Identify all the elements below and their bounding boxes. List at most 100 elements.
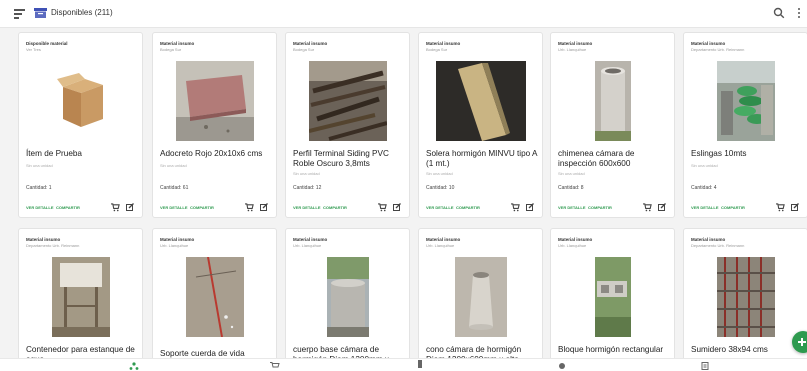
product-card[interactable]: Material insumo Urb. Llanquihue Bloque h…: [550, 228, 675, 358]
card-kind: Material insumo: [160, 237, 195, 242]
card-location: Urb. Llanquihue: [558, 243, 587, 248]
product-card[interactable]: Material insumo Urb. Llanquihue cuerpo b…: [285, 228, 410, 358]
product-name: chimenea cámara de inspección 600x600: [558, 149, 635, 168]
cart-icon[interactable]: [511, 203, 520, 212]
view-detail-link[interactable]: VER DETALLE: [26, 205, 53, 210]
share-link[interactable]: COMPARTIR: [190, 205, 214, 210]
product-name: cono cámara de hormigón Diam 1200x600mm …: [426, 345, 522, 358]
menu-icon[interactable]: [14, 9, 25, 19]
product-name: Bloque hormigón rectangular: [558, 345, 664, 354]
card-kind: Material insumo: [26, 237, 61, 242]
product-photo: [286, 61, 409, 141]
product-photo: [19, 61, 142, 141]
edit-icon[interactable]: [393, 203, 401, 211]
share-link[interactable]: COMPARTIR: [588, 205, 612, 210]
nav-network-icon[interactable]: [129, 362, 139, 370]
view-detail-link[interactable]: VER DETALLE: [426, 205, 453, 210]
card-kind: Material insumo: [426, 41, 461, 46]
card-location: Urb. Llanquihue: [160, 243, 189, 248]
share-link[interactable]: COMPARTIR: [721, 205, 745, 210]
top-app-bar: Disponibles (211): [0, 0, 807, 28]
card-kind: Material insumo: [160, 41, 195, 46]
card-location: Ver Tres: [26, 47, 41, 52]
edit-icon[interactable]: [126, 203, 134, 211]
card-actions: VER DETALLE COMPARTIR: [293, 203, 401, 213]
product-card[interactable]: Material insumo Departamento Urb. Reinma…: [683, 228, 807, 358]
product-photo: [551, 257, 674, 337]
product-card[interactable]: Material insumo Bodega Sur Adocreto Rojo…: [152, 32, 277, 218]
product-name: Sumidero 38x94 cms: [691, 345, 768, 354]
quantity-text: Cantidad: 4: [691, 185, 717, 191]
product-card[interactable]: Material insumo Urb. Llanquihue cono cám…: [418, 228, 543, 358]
product-name: Ítem de Prueba: [26, 149, 82, 158]
card-location: Urb. Llanquihue: [426, 243, 455, 248]
share-link[interactable]: COMPARTIR: [323, 205, 347, 210]
card-location: Bodega Sur: [160, 47, 182, 52]
nav-document-icon[interactable]: [700, 362, 710, 370]
card-actions: VER DETALLE COMPARTIR: [426, 203, 534, 213]
view-detail-link[interactable]: VER DETALLE: [558, 205, 585, 210]
share-link[interactable]: COMPARTIR: [56, 205, 80, 210]
card-kind: Material insumo: [426, 237, 461, 242]
unit-text: Sin una unidad: [293, 171, 320, 176]
card-kind: Material insumo: [691, 41, 726, 46]
product-photo: [551, 61, 674, 141]
cart-icon[interactable]: [776, 203, 785, 212]
cart-icon[interactable]: [643, 203, 652, 212]
card-location: Urb. Llanquihue: [558, 47, 587, 52]
product-photo: [419, 61, 542, 141]
share-link[interactable]: COMPARTIR: [456, 205, 480, 210]
edit-icon[interactable]: [260, 203, 268, 211]
product-card[interactable]: Material insumo Departamento Urb. Reinma…: [683, 32, 807, 218]
add-button[interactable]: [792, 331, 807, 353]
card-kind: Material insumo: [293, 237, 328, 242]
more-options-icon[interactable]: [796, 7, 802, 19]
product-name: Eslingas 10mts: [691, 149, 747, 158]
product-card[interactable]: Material insumo Bodega Sur Perfil Termin…: [285, 32, 410, 218]
unit-text: Sin una unidad: [558, 171, 585, 176]
bottom-navigation: [0, 358, 807, 371]
quantity-text: Cantidad: 8: [558, 185, 584, 191]
nav-settings-icon[interactable]: [557, 362, 567, 370]
product-name: Perfil Terminal Siding PVC Roble Oscuro …: [293, 149, 389, 168]
card-location: Bodega Sur: [293, 47, 315, 52]
product-card[interactable]: Material insumo Departamento Urb. Reinma…: [18, 228, 143, 358]
cart-icon[interactable]: [245, 203, 254, 212]
product-name: Solera hormigón MINVU tipo A (1 mt.): [426, 149, 538, 168]
quantity-text: Cantidad: 10: [426, 185, 455, 191]
card-kind: Material insumo: [558, 41, 593, 46]
quantity-text: Cantidad: 1: [26, 185, 52, 191]
view-detail-link[interactable]: VER DETALLE: [160, 205, 187, 210]
product-card[interactable]: Material insumo Urb. Llanquihue Soporte …: [152, 228, 277, 358]
nav-list-icon[interactable]: [415, 360, 425, 368]
product-photo: [19, 257, 142, 337]
card-location: Departamento Urb. Reinmann: [691, 47, 745, 52]
card-location: Departamento Urb. Reinmann: [691, 243, 745, 248]
card-kind: Material insumo: [293, 41, 328, 46]
card-location: Departamento Urb. Reinmann: [26, 243, 80, 248]
product-card[interactable]: Material insumo Urb. Llanquihue chimenea…: [550, 32, 675, 218]
unit-text: Sin una unidad: [691, 163, 718, 168]
product-card[interactable]: Disponible material Ver Tres Ítem de Pru…: [18, 32, 143, 218]
product-card[interactable]: Material insumo Bodega Sur Solera hormig…: [418, 32, 543, 218]
edit-icon[interactable]: [526, 203, 534, 211]
unit-text: Sin una unidad: [160, 163, 187, 168]
cart-icon[interactable]: [111, 203, 120, 212]
view-detail-link[interactable]: VER DETALLE: [293, 205, 320, 210]
product-name: Soporte cuerda de vida: [160, 349, 245, 358]
card-actions: VER DETALLE COMPARTIR: [26, 203, 134, 213]
product-name: cuerpo base cámara de hormigón Diam 1200…: [293, 345, 389, 358]
edit-icon[interactable]: [791, 203, 799, 211]
inventory-box-icon: [34, 8, 47, 18]
product-photo: [684, 61, 807, 141]
nav-cart-icon[interactable]: [270, 362, 280, 370]
product-grid: Disponible material Ver Tres Ítem de Pru…: [0, 28, 807, 358]
product-photo: [684, 257, 807, 337]
view-detail-link[interactable]: VER DETALLE: [691, 205, 718, 210]
product-name: Adocreto Rojo 20x10x6 cms: [160, 149, 263, 158]
card-kind: Disponible material: [26, 41, 68, 46]
search-icon[interactable]: [773, 7, 785, 19]
product-photo: [153, 61, 276, 141]
cart-icon[interactable]: [378, 203, 387, 212]
edit-icon[interactable]: [658, 203, 666, 211]
